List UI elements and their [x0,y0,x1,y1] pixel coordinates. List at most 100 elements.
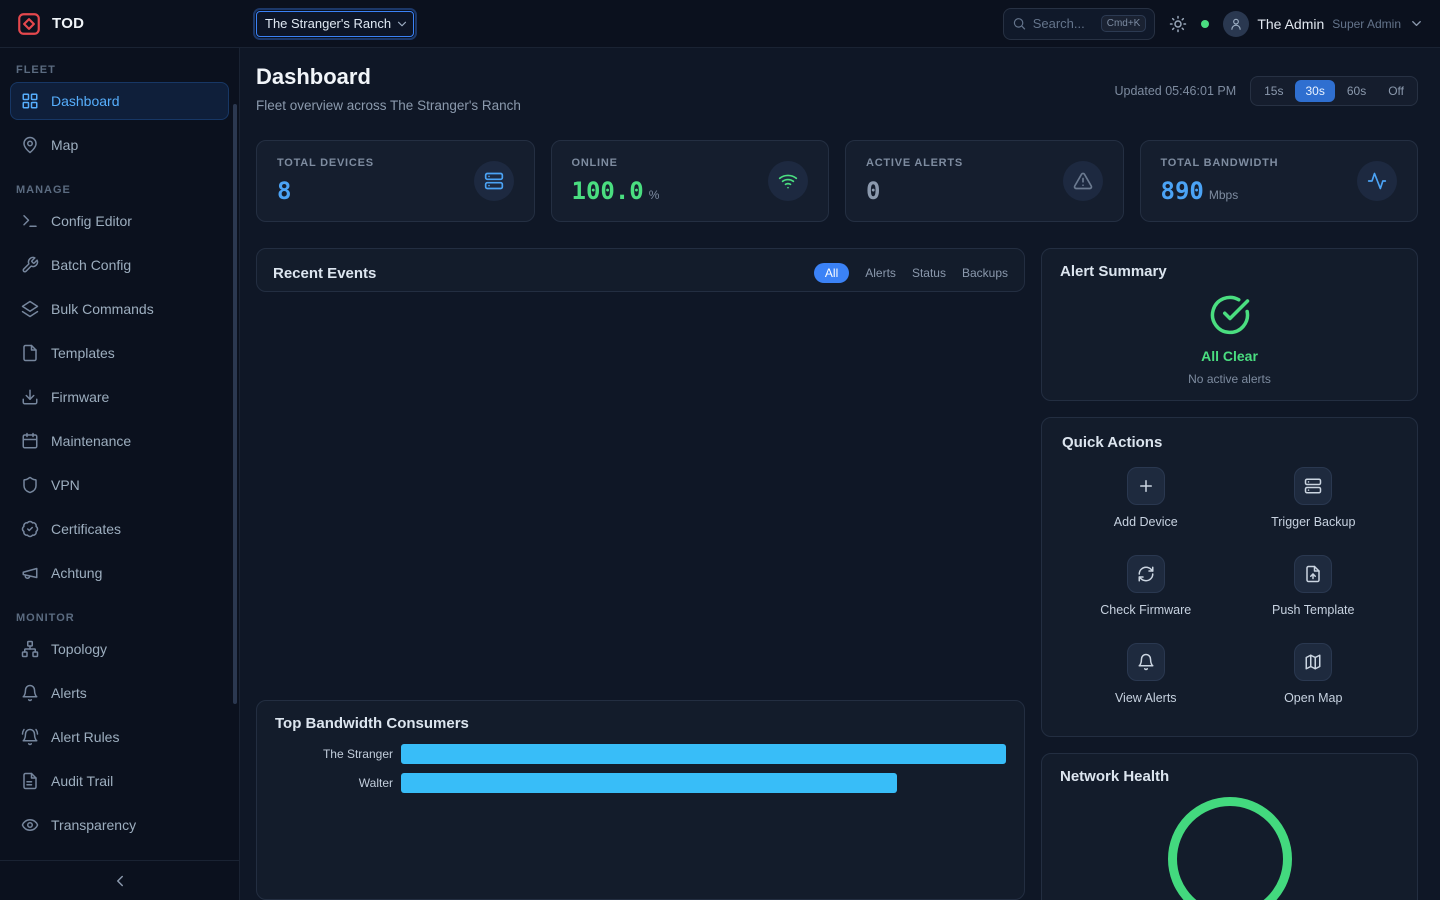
sidebar-item-label: Audit Trail [51,773,113,789]
refresh-option-off[interactable]: Off [1378,80,1414,102]
sidebar-item-label: Templates [51,345,115,361]
sidebar-item-config-editor[interactable]: Config Editor [10,202,229,240]
layers-icon [21,300,39,318]
sidebar-item-certificates[interactable]: Certificates [10,510,229,548]
check-circle-icon [1209,294,1251,336]
sidebar-item-maintenance[interactable]: Maintenance [10,422,229,460]
avatar [1223,11,1249,37]
topbar: TOD The Stranger's Ranch Cmd+K The Admin… [0,0,1440,48]
user-menu[interactable]: The Admin Super Admin [1223,11,1424,37]
plus-icon [1137,477,1155,495]
alert-detail: No active alerts [1188,372,1271,386]
stat-total-bandwidth: TOTAL BANDWIDTH 890 Mbps [1140,140,1419,222]
page-title: Dashboard [256,64,521,90]
search-box[interactable]: Cmd+K [1003,8,1155,40]
refresh-interval-control: 15s 30s 60s Off [1250,76,1418,106]
sidebar-item-bulk-commands[interactable]: Bulk Commands [10,290,229,328]
refresh-option-30s[interactable]: 30s [1295,80,1334,102]
wrench-icon [21,256,39,274]
quick-action-label: Push Template [1272,603,1354,617]
sidebar-item-templates[interactable]: Templates [10,334,229,372]
network-health-title: Network Health [1060,768,1399,785]
alert-summary-title: Alert Summary [1060,263,1399,280]
stat-value: 0 [866,177,880,205]
server-icon [1304,477,1322,495]
sidebar-item-dashboard[interactable]: Dashboard [10,82,229,120]
badge-check-icon [21,520,39,538]
refresh-icon [1137,565,1155,583]
quick-action-check-firmware[interactable]: Check Firmware [1062,555,1230,617]
sidebar-item-label: Certificates [51,521,121,537]
sidebar-collapse-button[interactable] [0,861,239,900]
sidebar-item-audit-trail[interactable]: Audit Trail [10,762,229,800]
bell-ring-icon [21,728,39,746]
theme-toggle-button[interactable] [1169,15,1187,33]
connection-status-dot [1201,20,1209,28]
quick-action-label: Open Map [1284,691,1342,705]
server-icon [484,171,504,191]
stat-value: 890 [1161,177,1204,205]
sidebar-item-label: Map [51,137,78,153]
file-icon [21,344,39,362]
sidebar: FLEET Dashboard Map MANAGE Config Editor… [0,48,240,900]
health-gauge [1168,797,1292,900]
user-name: The Admin [1257,16,1324,32]
sidebar-item-label: VPN [51,477,80,493]
bell-icon [21,684,39,702]
quick-action-trigger-backup[interactable]: Trigger Backup [1230,467,1398,529]
stat-label: ONLINE [572,157,660,169]
quick-action-label: Trigger Backup [1271,515,1355,529]
quick-action-open-map[interactable]: Open Map [1230,643,1398,705]
sidebar-item-alert-rules[interactable]: Alert Rules [10,718,229,756]
sidebar-item-achtung[interactable]: Achtung [10,554,229,592]
sidebar-item-label: Dashboard [51,93,120,109]
events-filter-backups[interactable]: Backups [962,266,1008,280]
user-icon [1229,17,1243,31]
events-filter-all[interactable]: All [814,263,849,283]
refresh-option-60s[interactable]: 60s [1337,80,1376,102]
sidebar-item-batch-config[interactable]: Batch Config [10,246,229,284]
sidebar-item-firmware[interactable]: Firmware [10,378,229,416]
file-text-icon [21,772,39,790]
fleet-selector[interactable]: The Stranger's Ranch [256,11,414,37]
updated-timestamp: Updated 05:46:01 PM [1115,84,1237,98]
user-role: Super Admin [1332,17,1401,31]
bandwidth-card: Top Bandwidth Consumers The Stranger Wal… [256,700,1025,900]
stat-label: ACTIVE ALERTS [866,157,963,169]
sidebar-item-transparency[interactable]: Transparency [10,806,229,844]
stat-unit: Mbps [1209,188,1238,202]
terminal-icon [21,212,39,230]
page-subtitle: Fleet overview across The Stranger's Ran… [256,98,521,113]
search-input[interactable] [1033,16,1095,31]
bell-icon [1137,653,1155,671]
network-icon [21,640,39,658]
bandwidth-bar-row: The Stranger [275,744,1006,764]
events-filter-alerts[interactable]: Alerts [865,266,896,280]
calendar-icon [21,432,39,450]
file-up-icon [1304,565,1322,583]
sidebar-item-alerts[interactable]: Alerts [10,674,229,712]
bar-label: Walter [275,776,393,790]
quick-actions-card: Quick Actions Add Device Trigger Backup [1041,417,1418,737]
quick-action-add-device[interactable]: Add Device [1062,467,1230,529]
alert-triangle-icon [1073,171,1093,191]
quick-action-label: View Alerts [1115,691,1177,705]
search-icon [1012,16,1026,31]
alert-summary-card: Alert Summary All Clear No active alerts [1041,248,1418,401]
quick-action-view-alerts[interactable]: View Alerts [1062,643,1230,705]
sidebar-item-label: Topology [51,641,107,657]
network-health-card: Network Health [1041,753,1418,900]
events-filter-status[interactable]: Status [912,266,946,280]
sidebar-item-map[interactable]: Map [10,126,229,164]
quick-action-push-template[interactable]: Push Template [1230,555,1398,617]
sidebar-scrollbar[interactable] [233,104,237,704]
download-icon [21,388,39,406]
sidebar-item-label: Achtung [51,565,102,581]
sidebar-item-vpn[interactable]: VPN [10,466,229,504]
megaphone-icon [21,564,39,582]
refresh-option-15s[interactable]: 15s [1254,80,1293,102]
app-logo-icon [16,11,42,37]
sidebar-item-topology[interactable]: Topology [10,630,229,668]
stat-active-alerts: ACTIVE ALERTS 0 [845,140,1124,222]
stat-label: TOTAL BANDWIDTH [1161,157,1279,169]
